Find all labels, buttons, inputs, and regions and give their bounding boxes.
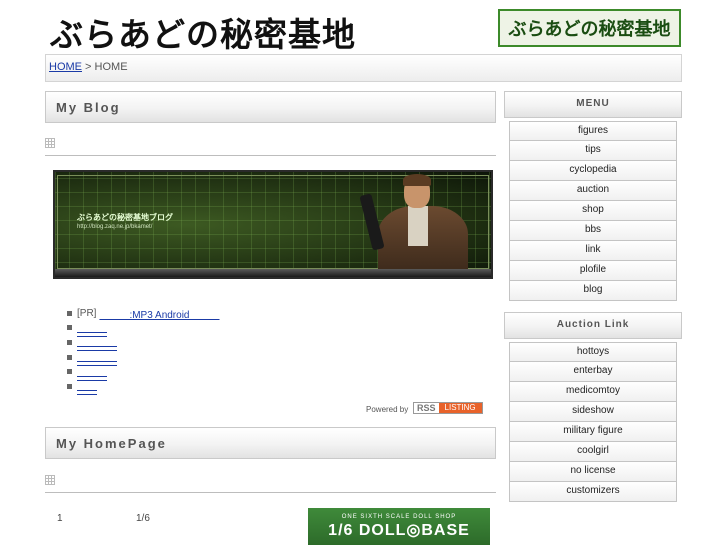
auction-link-menu: hottoys enterbay medicomtoy sideshow mil… <box>509 342 677 502</box>
list-item <box>67 364 220 379</box>
rss-listing-badge[interactable]: RSS LISTING <box>413 402 483 414</box>
bullet-icon <box>67 310 72 316</box>
bullet-icon <box>67 325 72 331</box>
site-title: ぶらあどの秘密基地 <box>50 15 356 54</box>
pr-tag: [PR] <box>77 307 97 319</box>
auction-link-heading: Auction Link <box>504 312 682 339</box>
list-link[interactable] <box>77 352 117 363</box>
site-logo[interactable]: ぶらあどの秘密基地 <box>498 9 681 47</box>
menu-item-cyclopedia[interactable]: cyclopedia <box>509 161 677 181</box>
list-item <box>67 335 220 350</box>
auction-item-sideshow[interactable]: sideshow <box>509 402 677 422</box>
divider <box>45 155 496 156</box>
menu-item-shop[interactable]: shop <box>509 201 677 221</box>
auction-item-military-figure[interactable]: military figure <box>509 422 677 442</box>
rss-label: RSS <box>414 403 439 413</box>
auction-item-coolgirl[interactable]: coolgirl <box>509 442 677 462</box>
homepage-value: 1 <box>57 513 63 524</box>
menu-item-link[interactable]: link <box>509 241 677 261</box>
my-blog-heading: My Blog <box>45 91 496 123</box>
homepage-scale: 1/6 <box>136 513 150 524</box>
menu-item-figures[interactable]: figures <box>509 121 677 141</box>
blog-banner[interactable]: ぶらあどの秘密基地ブログ http://blog.zaq.ne.jp/bkame… <box>53 170 493 279</box>
listing-label: LISTING <box>438 403 482 413</box>
menu-item-bbs[interactable]: bbs <box>509 221 677 241</box>
list-item <box>67 379 220 394</box>
powered-by-text: Powered by <box>366 405 409 414</box>
list-link[interactable] <box>77 381 97 392</box>
menu-heading: MENU <box>504 91 682 118</box>
breadcrumb: HOME > HOME <box>45 54 682 82</box>
list-link[interactable] <box>77 337 117 348</box>
menu-item-blog[interactable]: blog <box>509 281 677 301</box>
menu-item-auction[interactable]: auction <box>509 181 677 201</box>
pr-link-list: [PR] :MP3 Android <box>67 306 220 394</box>
list-link[interactable] <box>77 323 107 333</box>
menu-item-tips[interactable]: tips <box>509 141 677 161</box>
my-homepage-heading: My HomePage <box>45 427 496 459</box>
auction-item-enterbay[interactable]: enterbay <box>509 362 677 382</box>
list-item: [PR] :MP3 Android <box>67 306 220 321</box>
banner-url: http://blog.zaq.ne.jp/bkamet/ <box>77 224 153 230</box>
figure-image <box>359 172 471 276</box>
side-menu: figures tips cyclopedia auction shop bbs… <box>509 121 677 301</box>
list-item <box>67 350 220 365</box>
auction-item-hottoys[interactable]: hottoys <box>509 342 677 362</box>
doll-base-banner[interactable]: ONE SIXTH SCALE DOLL SHOP 1/6 DOLL◎BASE <box>308 508 490 545</box>
bullet-icon <box>67 354 72 360</box>
doll-banner-title: 1/6 DOLL◎BASE <box>328 521 470 539</box>
auction-item-medicomtoy[interactable]: medicomtoy <box>509 382 677 402</box>
breadcrumb-separator: > <box>82 61 95 73</box>
auction-item-customizers[interactable]: customizers <box>509 482 677 502</box>
banner-title: ぶらあどの秘密基地ブログ <box>77 213 173 222</box>
bullet-icon <box>67 369 72 375</box>
grid-icon <box>45 138 55 148</box>
list-item <box>67 321 220 336</box>
bullet-icon <box>67 383 72 389</box>
list-link[interactable] <box>77 367 107 377</box>
auction-item-no-license[interactable]: no license <box>509 462 677 482</box>
pr-link[interactable]: :MP3 Android <box>99 306 219 321</box>
bullet-icon <box>67 339 72 345</box>
breadcrumb-home-link[interactable]: HOME <box>49 61 82 73</box>
divider <box>45 492 496 493</box>
grid-icon <box>45 475 55 485</box>
menu-item-profile[interactable]: plofile <box>509 261 677 281</box>
breadcrumb-current: HOME <box>94 61 128 73</box>
banner-footer-bar <box>55 269 491 277</box>
